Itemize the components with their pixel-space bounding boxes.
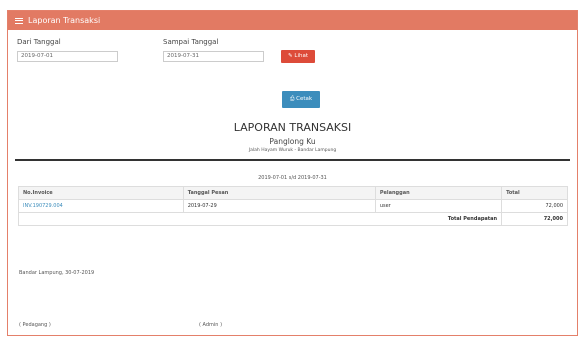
edit-icon: ✎ [288,53,293,59]
place-date: Bandar Lampung, 30-07-2019 [19,270,95,276]
lihat-label: Lihat [294,53,308,59]
signature-pedagang: ( Pedagang ) [19,322,51,328]
to-date-input[interactable]: 2019-07-31 [163,51,264,62]
panel-header: Laporan Transaksi [8,11,577,30]
shop-address: Jalah Hayam Wuruk - Bandar Lampung [248,148,337,153]
cetak-button[interactable]: ⎙ Cetak [282,91,320,108]
report-period: 2019-07-01 s/d 2019-07-31 [258,175,327,181]
list-icon [15,17,23,24]
cetak-label: Cetak [296,96,313,102]
invoice-link[interactable]: INV.190729.004 [18,199,184,213]
col-customer-header: Pelanggan [374,186,503,200]
col-invoice-header: No.Invoice [18,186,184,200]
order-date: 2019-07-29 [182,199,376,213]
from-date-label: Dari Tanggal [17,38,61,46]
from-date-input[interactable]: 2019-07-01 [17,51,118,62]
divider [15,159,570,161]
shop-name: Panglong Ku [269,137,316,146]
customer-name: user [374,199,503,213]
row-total: 72,000 [501,199,568,213]
total-value: 72,000 [501,212,568,226]
table-row: INV.190729.004 2019-07-29 user 72,000 [18,199,568,213]
col-date-header: Tanggal Pesan [182,186,376,200]
report-title: LAPORAN TRANSAKSI [233,121,352,134]
panel-title: Laporan Transaksi [28,16,101,25]
total-row: Total Pendapatan 72,000 [17,212,568,226]
total-label: Total Pendapatan [17,212,503,226]
transactions-table: No.Invoice Tanggal Pesan Pelanggan Total… [17,186,568,226]
lihat-button[interactable]: ✎ Lihat [281,50,315,63]
print-icon: ⎙ [289,96,295,102]
table-header-row: No.Invoice Tanggal Pesan Pelanggan Total [18,186,568,200]
to-date-label: Sampai Tanggal [163,38,219,46]
signature-admin: ( Admin ) [199,322,223,328]
col-total-header: Total [501,186,568,200]
